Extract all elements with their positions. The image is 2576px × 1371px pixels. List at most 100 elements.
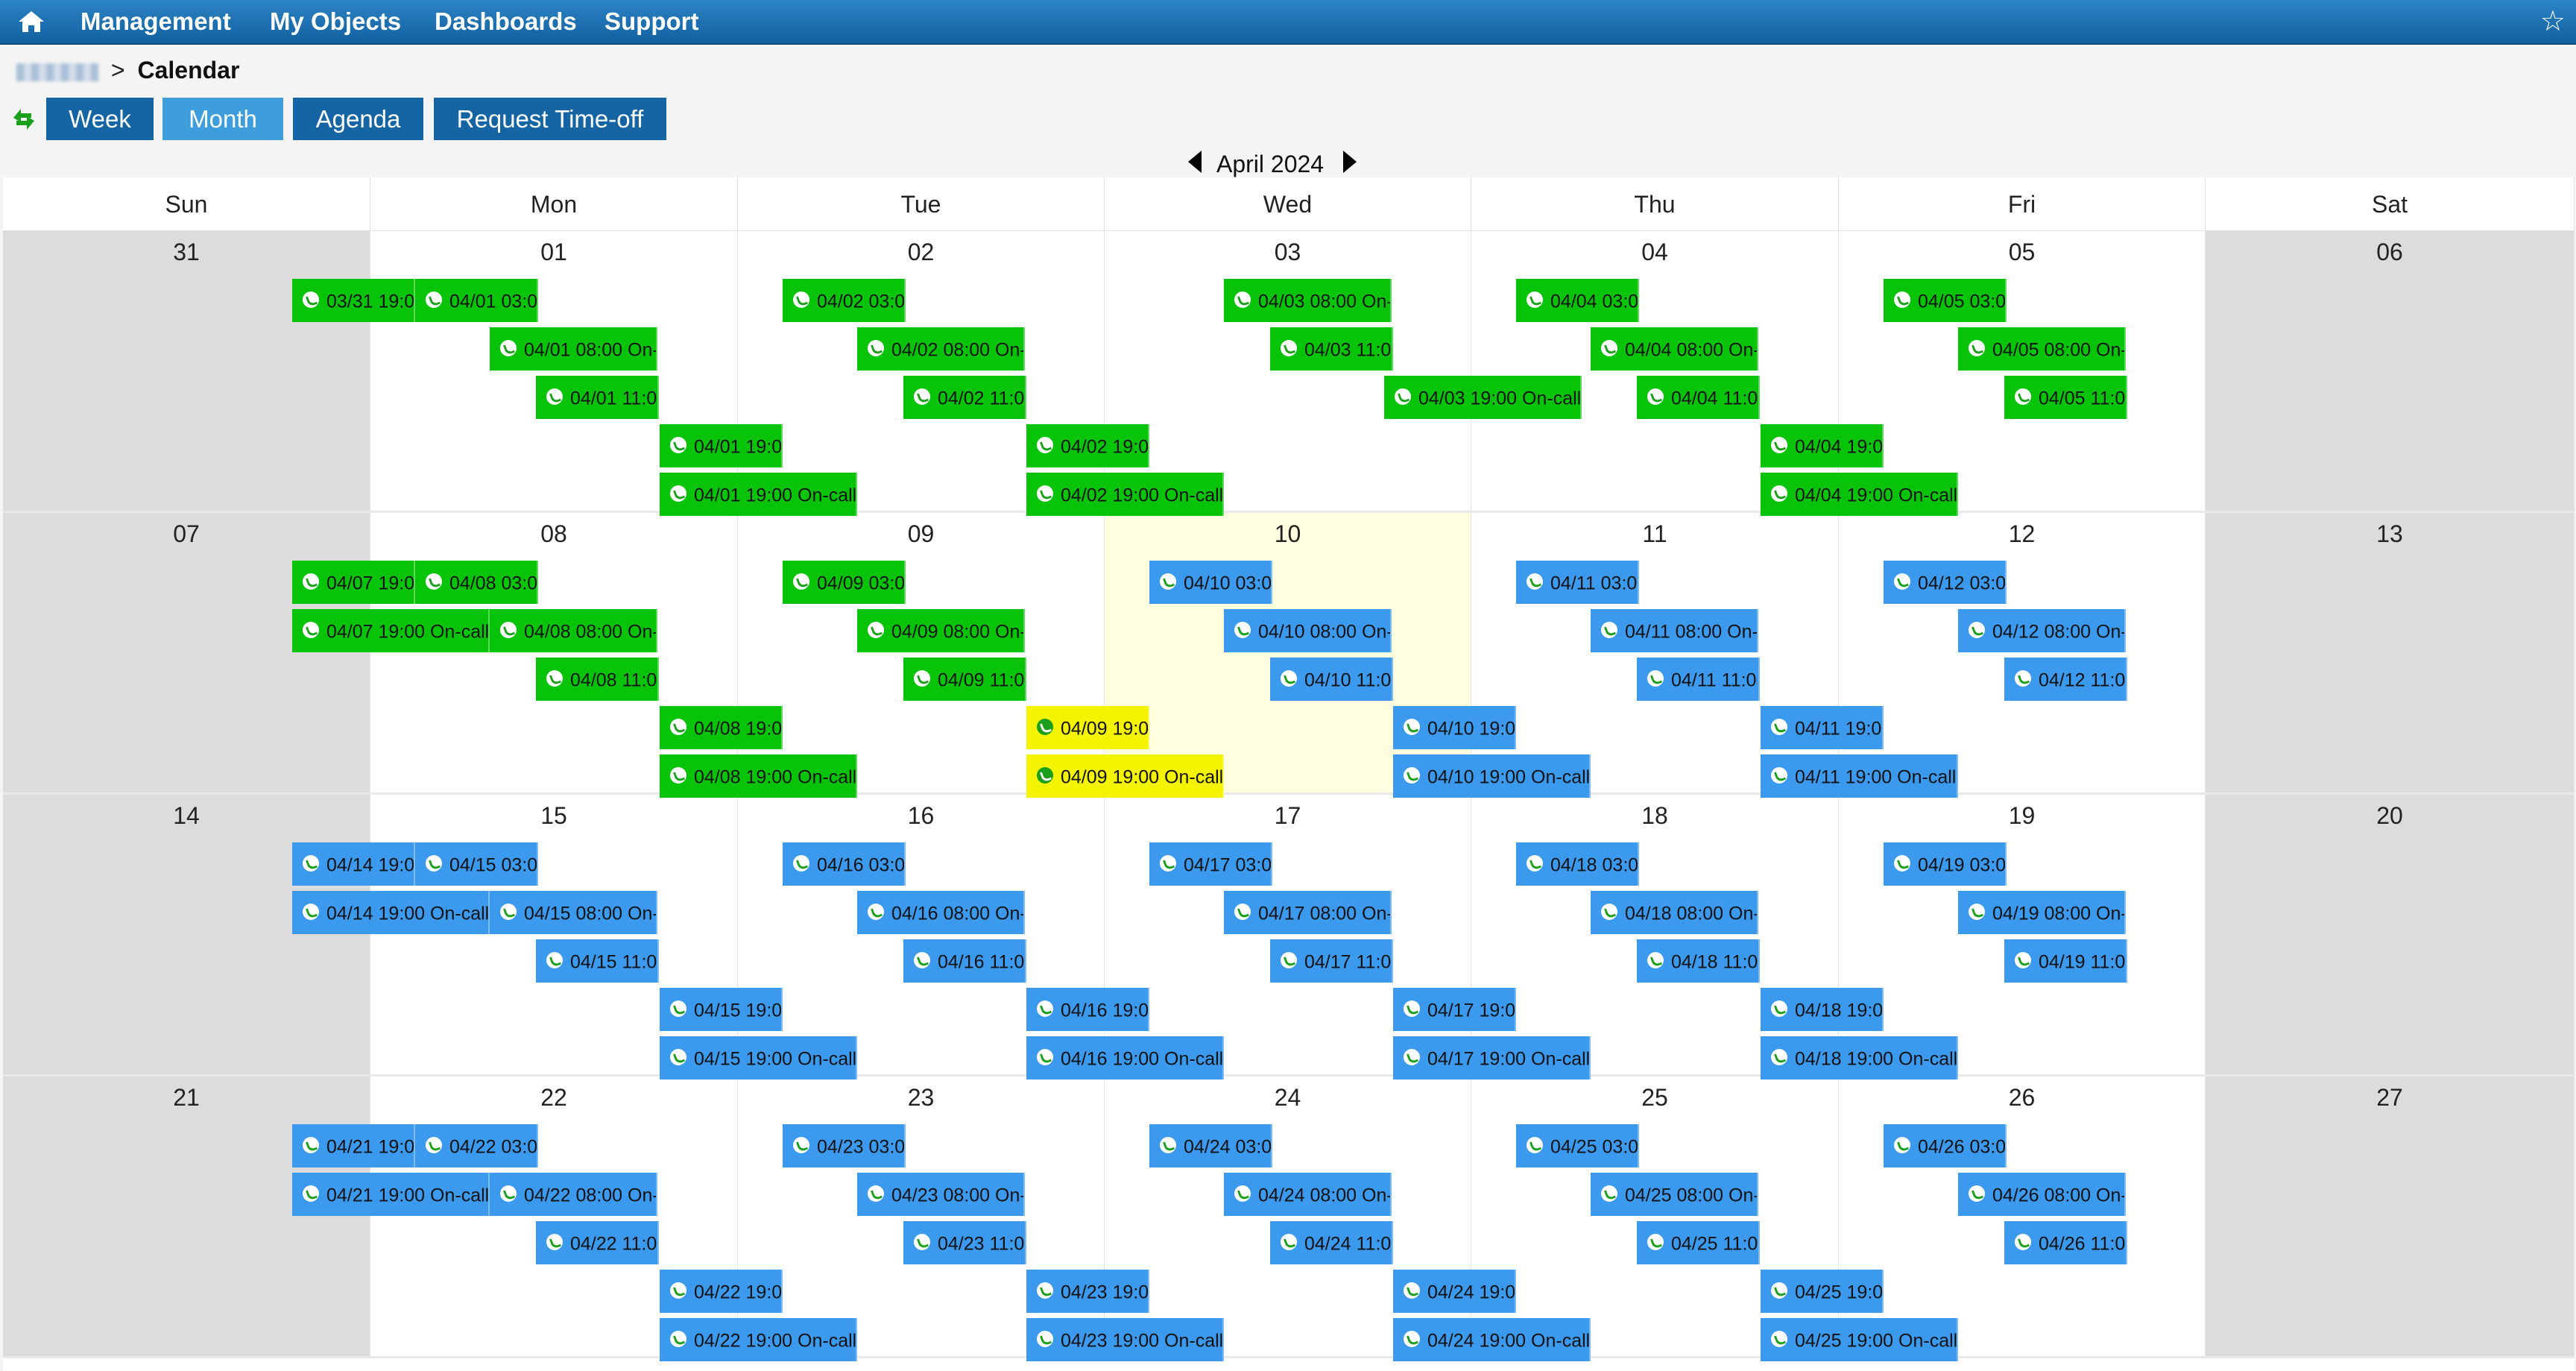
calendar-event[interactable]: 04/19 08:00 On- bbox=[1958, 891, 2126, 934]
day-cell[interactable]: 17 bbox=[1105, 795, 1471, 1077]
calendar-event[interactable]: 04/24 19:0 bbox=[1393, 1270, 1516, 1313]
day-cell[interactable]: 03 bbox=[1105, 231, 1471, 513]
day-cell[interactable]: 06 bbox=[2206, 231, 2575, 513]
calendar-event[interactable]: 04/08 19:0 bbox=[660, 706, 783, 749]
calendar-event[interactable]: 04/25 11:0 bbox=[1637, 1221, 1760, 1264]
calendar-event[interactable]: 04/17 19:00 On-call: bbox=[1393, 1036, 1591, 1080]
request-time-off-button[interactable]: Request Time-off bbox=[434, 98, 666, 140]
calendar-event[interactable]: 04/15 03:0 bbox=[415, 842, 538, 886]
calendar-event[interactable]: 04/22 08:00 On- bbox=[490, 1173, 657, 1216]
calendar-event[interactable]: 04/07 19:00 On-call: bbox=[292, 609, 490, 652]
calendar-event[interactable]: 04/18 03:0 bbox=[1516, 842, 1639, 886]
calendar-event[interactable]: 04/01 11:0 bbox=[536, 376, 659, 419]
calendar-event[interactable]: 04/18 19:00 On-call: bbox=[1761, 1036, 1958, 1080]
calendar-event[interactable]: 04/17 08:00 On- bbox=[1224, 891, 1392, 934]
calendar-event[interactable]: 04/03 19:00 On-call: bbox=[1384, 376, 1582, 419]
calendar-event[interactable]: 04/12 11:0 bbox=[2004, 658, 2127, 701]
calendar-event[interactable]: 04/01 19:00 On-call: bbox=[660, 473, 857, 516]
day-cell[interactable]: 09 bbox=[738, 513, 1105, 795]
calendar-event[interactable]: 04/23 03:0 bbox=[783, 1124, 906, 1167]
calendar-event[interactable]: 04/10 19:0 bbox=[1393, 706, 1516, 749]
day-cell[interactable]: 02 bbox=[738, 231, 1105, 513]
day-cell[interactable]: 22 bbox=[370, 1077, 738, 1358]
calendar-event[interactable]: 04/02 11:0 bbox=[903, 376, 1026, 419]
day-cell[interactable]: 12 bbox=[1839, 513, 2206, 795]
calendar-event[interactable]: 04/02 19:0 bbox=[1026, 424, 1149, 467]
calendar-event[interactable]: 04/24 19:00 On-call: bbox=[1393, 1318, 1591, 1361]
day-cell[interactable]: 27 bbox=[2206, 1077, 2575, 1358]
calendar-event[interactable]: 04/24 03:0 bbox=[1149, 1124, 1272, 1167]
calendar-event[interactable]: 04/02 19:00 On-call: bbox=[1026, 473, 1224, 516]
calendar-event[interactable]: 04/11 19:0 bbox=[1761, 706, 1884, 749]
calendar-event[interactable]: 04/25 19:00 On-call: bbox=[1761, 1318, 1958, 1361]
day-cell[interactable]: 18 bbox=[1471, 795, 1839, 1077]
calendar-event[interactable]: 04/17 03:0 bbox=[1149, 842, 1272, 886]
calendar-event[interactable]: 04/16 03:0 bbox=[783, 842, 906, 886]
calendar-event[interactable]: 04/17 19:0 bbox=[1393, 988, 1516, 1031]
calendar-event[interactable]: 04/14 19:00 On-call: bbox=[292, 891, 490, 934]
calendar-event[interactable]: 04/01 03:0 bbox=[415, 279, 538, 322]
calendar-event[interactable]: 04/12 08:00 On- bbox=[1958, 609, 2126, 652]
next-month-icon[interactable] bbox=[1343, 151, 1357, 173]
calendar-event[interactable]: 03/31 19:0 bbox=[292, 279, 415, 322]
calendar-event[interactable]: 04/09 08:00 On- bbox=[857, 609, 1025, 652]
calendar-event[interactable]: 04/01 08:00 On- bbox=[490, 327, 657, 371]
day-cell[interactable]: 24 bbox=[1105, 1077, 1471, 1358]
calendar-event[interactable]: 04/26 03:0 bbox=[1884, 1124, 2007, 1167]
calendar-event[interactable]: 04/15 08:00 On- bbox=[490, 891, 657, 934]
home-icon[interactable] bbox=[16, 9, 46, 34]
day-cell[interactable]: 01 bbox=[370, 231, 738, 513]
calendar-event[interactable]: 04/09 11:0 bbox=[903, 658, 1026, 701]
day-cell[interactable]: 19 bbox=[1839, 795, 2206, 1077]
calendar-event[interactable]: 04/04 03:0 bbox=[1516, 279, 1639, 322]
nav-my-objects[interactable]: My Objects bbox=[270, 7, 401, 36]
calendar-event[interactable]: 04/15 11:0 bbox=[536, 939, 659, 983]
day-cell[interactable]: 11 bbox=[1471, 513, 1839, 795]
calendar-event[interactable]: 04/22 19:00 On-call: bbox=[660, 1318, 857, 1361]
day-cell[interactable]: 07 bbox=[3, 513, 370, 795]
calendar-event[interactable]: 04/11 19:00 On-call: bbox=[1761, 754, 1958, 798]
day-cell[interactable]: 15 bbox=[370, 795, 738, 1077]
calendar-event[interactable]: 04/07 19:0 bbox=[292, 561, 415, 604]
prev-month-icon[interactable] bbox=[1188, 151, 1202, 173]
calendar-event[interactable]: 04/09 19:00 On-call: bbox=[1026, 754, 1224, 798]
day-cell[interactable]: 21 bbox=[3, 1077, 370, 1358]
refresh-icon[interactable] bbox=[10, 104, 37, 134]
day-cell[interactable]: 23 bbox=[738, 1077, 1105, 1358]
calendar-event[interactable]: 04/04 11:0 bbox=[1637, 376, 1760, 419]
calendar-event[interactable]: 04/26 08:00 On- bbox=[1958, 1173, 2126, 1216]
calendar-event[interactable]: 04/22 11:0 bbox=[536, 1221, 659, 1264]
calendar-event[interactable]: 04/08 11:0 bbox=[536, 658, 659, 701]
month-view-button[interactable]: Month bbox=[162, 98, 283, 140]
week-view-button[interactable]: Week bbox=[46, 98, 154, 140]
calendar-event[interactable]: 04/03 08:00 On- bbox=[1224, 279, 1392, 322]
calendar-event[interactable]: 04/15 19:0 bbox=[660, 988, 783, 1031]
calendar-event[interactable]: 04/16 08:00 On- bbox=[857, 891, 1025, 934]
calendar-event[interactable]: 04/24 11:0 bbox=[1270, 1221, 1393, 1264]
calendar-event[interactable]: 04/21 19:0 bbox=[292, 1124, 415, 1167]
calendar-event[interactable]: 04/10 08:00 On- bbox=[1224, 609, 1392, 652]
calendar-event[interactable]: 04/19 11:0 bbox=[2004, 939, 2127, 983]
calendar-event[interactable]: 04/05 03:0 bbox=[1884, 279, 2007, 322]
calendar-event[interactable]: 04/19 03:0 bbox=[1884, 842, 2007, 886]
calendar-event[interactable]: 04/05 11:0 bbox=[2004, 376, 2127, 419]
calendar-event[interactable]: 04/04 19:00 On-call: bbox=[1761, 473, 1958, 516]
calendar-event[interactable]: 04/10 11:0 bbox=[1270, 658, 1393, 701]
calendar-event[interactable]: 04/09 19:0 bbox=[1026, 706, 1149, 749]
calendar-event[interactable]: 04/08 19:00 On-call: bbox=[660, 754, 857, 798]
calendar-event[interactable]: 04/18 11:0 bbox=[1637, 939, 1760, 983]
nav-dashboards[interactable]: Dashboards bbox=[435, 7, 577, 36]
calendar-event[interactable]: 04/25 08:00 On- bbox=[1591, 1173, 1758, 1216]
day-cell[interactable]: 16 bbox=[738, 795, 1105, 1077]
nav-support[interactable]: Support bbox=[604, 7, 698, 36]
day-cell[interactable]: 10 bbox=[1105, 513, 1471, 795]
calendar-event[interactable]: 04/10 03:0 bbox=[1149, 561, 1272, 604]
calendar-event[interactable]: 04/11 03:0 bbox=[1516, 561, 1639, 604]
day-cell[interactable]: 14 bbox=[3, 795, 370, 1077]
calendar-event[interactable]: 04/08 03:0 bbox=[415, 561, 538, 604]
calendar-event[interactable]: 04/18 08:00 On- bbox=[1591, 891, 1758, 934]
calendar-event[interactable]: 04/24 08:00 On- bbox=[1224, 1173, 1392, 1216]
calendar-event[interactable]: 04/08 08:00 On- bbox=[490, 609, 657, 652]
star-icon[interactable]: ☆ bbox=[2540, 7, 2566, 36]
day-cell[interactable]: 25 bbox=[1471, 1077, 1839, 1358]
